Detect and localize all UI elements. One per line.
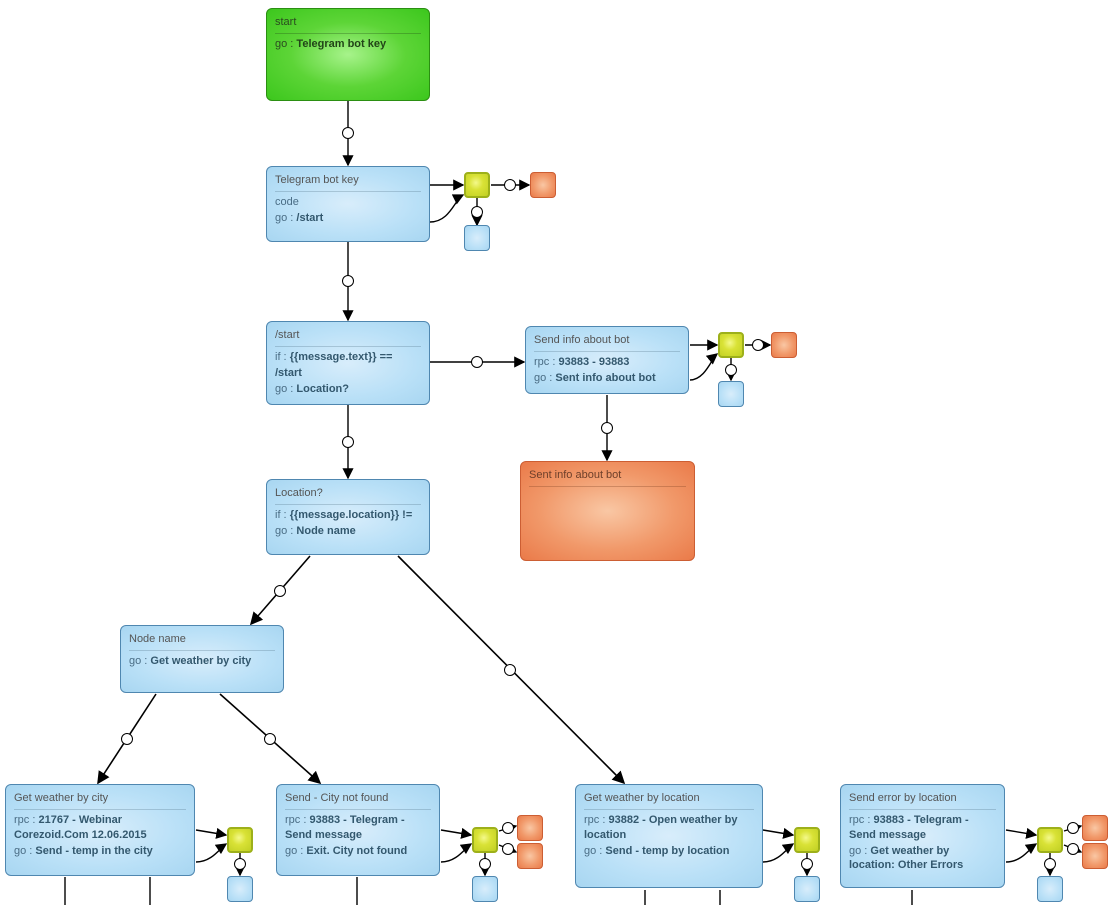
node-get-weather-by-city[interactable]: Get weather by city rpc : 21767 - Webina… [5,784,195,876]
port-yellow[interactable] [794,827,820,853]
line-value: 93883 - 93883 [558,356,629,368]
line-key: go : [275,212,293,224]
port-orange[interactable] [1082,843,1108,869]
port-orange[interactable] [771,332,797,358]
node-sent-info-bot[interactable]: Sent info about bot [520,461,695,561]
line-key: go : [275,525,293,537]
line-key: go : [849,845,867,857]
line-value: Telegram bot key [296,38,386,50]
node-title: Sent info about bot [529,468,686,487]
node-title: Get weather by city [14,791,186,810]
line-value: /start [275,367,302,379]
node-get-weather-by-location[interactable]: Get weather by location rpc : 93882 - Op… [575,784,763,888]
line-value: Get weather by location: Other Errors [849,845,963,872]
node-telegram-bot-key[interactable]: Telegram bot key code go : /start [266,166,430,242]
node-title: /start [275,328,421,347]
node-node-name[interactable]: Node name go : Get weather by city [120,625,284,693]
line-key: go : [534,372,552,384]
port-blue[interactable] [227,876,253,902]
port-blue[interactable] [794,876,820,902]
node-title: start [275,15,421,34]
connection-layer [0,0,1110,907]
line-value: Send - temp by location [605,845,729,857]
line-value: Location? [296,383,349,395]
line-value: Sent info about bot [555,372,655,384]
line-key: rpc : [584,814,605,826]
line-value: 93882 - Open weather by location [584,814,737,841]
line-value: /start [296,212,323,224]
port-yellow[interactable] [472,827,498,853]
line-key: rpc : [849,814,870,826]
line-value: Send - temp in the city [35,845,152,857]
port-yellow[interactable] [1037,827,1063,853]
node-send-city-not-found[interactable]: Send - City not found rpc : 93883 - Tele… [276,784,440,876]
port-blue[interactable] [718,381,744,407]
node-title: Send error by location [849,791,996,810]
line-value: Exit. City not found [306,845,407,857]
line-value: Node name [296,525,355,537]
port-orange[interactable] [530,172,556,198]
node-title: Get weather by location [584,791,754,810]
line-value: {{message.text}} == [290,351,393,363]
line-key: code [275,196,299,208]
line-key: if : [275,351,287,363]
flow-canvas[interactable]: start go : Telegram bot key Telegram bot… [0,0,1110,907]
line-key: go : [584,845,602,857]
line-key: rpc : [285,814,306,826]
port-blue[interactable] [472,876,498,902]
line-key: go : [129,655,147,667]
line-key: rpc : [534,356,555,368]
node-title: Send - City not found [285,791,431,810]
line-key: go : [275,38,293,50]
line-key: rpc : [14,814,35,826]
line-value: Get weather by city [150,655,251,667]
node-location[interactable]: Location? if : {{message.location}} != g… [266,479,430,555]
node-title: Node name [129,632,275,651]
port-yellow[interactable] [227,827,253,853]
line-key: if : [275,509,287,521]
node-start[interactable]: start go : Telegram bot key [266,8,430,101]
line-key: go : [14,845,32,857]
node-title: Telegram bot key [275,173,421,192]
port-orange[interactable] [517,815,543,841]
node-title: Location? [275,486,421,505]
node-start-cmd[interactable]: /start if : {{message.text}} == /start g… [266,321,430,405]
port-yellow[interactable] [464,172,490,198]
node-send-info-bot[interactable]: Send info about bot rpc : 93883 - 93883 … [525,326,689,394]
line-value: {{message.location}} != [290,509,413,521]
port-orange[interactable] [517,843,543,869]
port-yellow[interactable] [718,332,744,358]
port-blue[interactable] [464,225,490,251]
port-blue[interactable] [1037,876,1063,902]
node-title: Send info about bot [534,333,680,352]
port-orange[interactable] [1082,815,1108,841]
line-key: go : [275,383,293,395]
line-key: go : [285,845,303,857]
node-send-error-by-location[interactable]: Send error by location rpc : 93883 - Tel… [840,784,1005,888]
